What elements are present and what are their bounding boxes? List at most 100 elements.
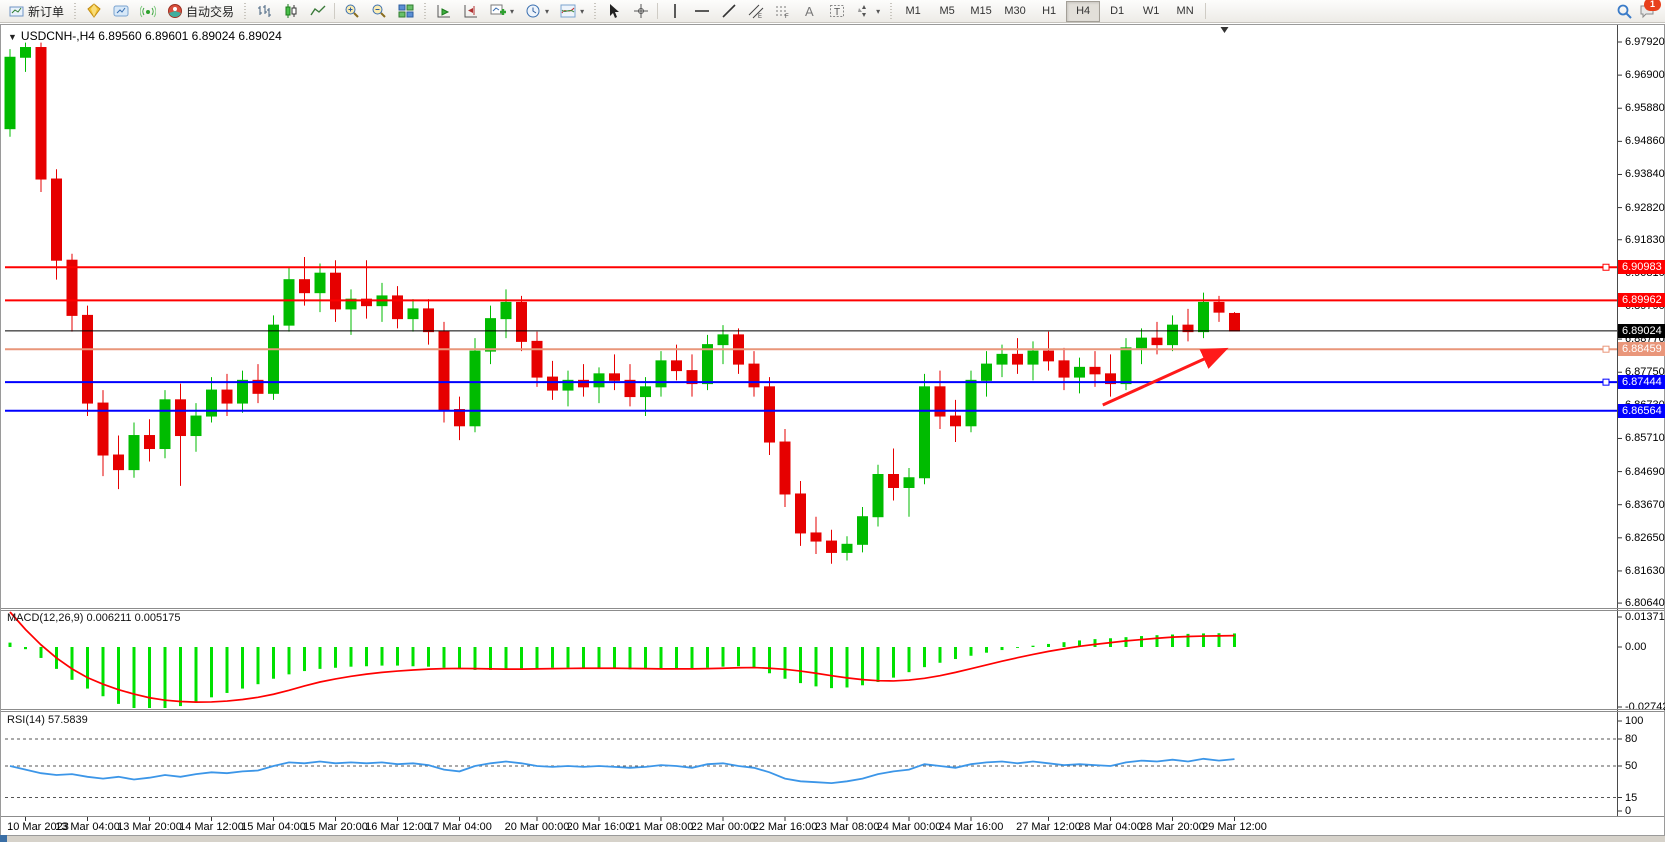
candle-body[interactable] — [889, 475, 899, 488]
autotrading-button[interactable]: 自动交易 — [161, 1, 239, 22]
candle-body[interactable] — [765, 387, 775, 442]
candle-body[interactable] — [951, 416, 961, 426]
candle-body[interactable] — [997, 354, 1007, 364]
candle-body[interactable] — [238, 380, 248, 403]
timeframe-m1-button[interactable]: M1 — [896, 1, 930, 22]
candle-body[interactable] — [811, 533, 821, 541]
candle-body[interactable] — [408, 309, 418, 319]
candle-body[interactable] — [718, 335, 728, 345]
candle-body[interactable] — [331, 273, 341, 309]
search-icon[interactable] — [1616, 3, 1633, 20]
candle-body[interactable] — [703, 345, 713, 384]
line-handle[interactable] — [1603, 346, 1609, 352]
candle-body[interactable] — [1013, 354, 1023, 364]
candle-body[interactable] — [300, 280, 310, 293]
candle-body[interactable] — [858, 517, 868, 545]
candle-body[interactable] — [1152, 338, 1162, 344]
line-handle[interactable] — [1603, 264, 1609, 270]
candle-body[interactable] — [517, 302, 527, 341]
candle-body[interactable] — [67, 260, 77, 315]
line-handle[interactable] — [1603, 379, 1609, 385]
candle-body[interactable] — [486, 319, 496, 351]
candle-body[interactable] — [439, 332, 449, 410]
candle-body[interactable] — [1199, 302, 1209, 331]
symbol-dropdown-icon[interactable]: ▼ — [8, 32, 17, 42]
timeframe-m5-button[interactable]: M5 — [930, 1, 964, 22]
candle-body[interactable] — [1028, 351, 1038, 364]
timeframe-d1-button[interactable]: D1 — [1100, 1, 1134, 22]
gem-button[interactable] — [80, 1, 107, 22]
text-label-button[interactable]: T — [823, 1, 850, 22]
line-chart-button[interactable] — [304, 1, 331, 22]
templates-button[interactable]: ▾ — [554, 1, 589, 22]
candle-body[interactable] — [749, 364, 759, 387]
candle-body[interactable] — [145, 436, 155, 449]
candle-body[interactable] — [548, 377, 558, 390]
candle-body[interactable] — [176, 400, 186, 436]
new-order-button[interactable]: 新订单 — [3, 1, 69, 22]
candle-body[interactable] — [780, 442, 790, 494]
cursor-button[interactable] — [600, 1, 627, 22]
candle-body[interactable] — [455, 410, 465, 426]
candle-body[interactable] — [1230, 313, 1240, 331]
candle-body[interactable] — [982, 364, 992, 380]
candle-body[interactable] — [424, 309, 434, 332]
candle-body[interactable] — [501, 302, 511, 318]
timeframe-m15-button[interactable]: M15 — [964, 1, 998, 22]
candle-body[interactable] — [315, 273, 325, 292]
indicators-button[interactable]: ▾ — [484, 1, 519, 22]
candle-body[interactable] — [470, 351, 480, 426]
crosshair-button[interactable] — [627, 1, 654, 22]
candle-body[interactable] — [1121, 348, 1131, 384]
candle-body[interactable] — [1044, 351, 1054, 361]
candle-body[interactable] — [873, 475, 883, 517]
candle-body[interactable] — [52, 179, 62, 260]
candle-body[interactable] — [641, 387, 651, 397]
candle-body[interactable] — [83, 315, 93, 403]
candle-body[interactable] — [5, 57, 15, 128]
candle-body[interactable] — [594, 374, 604, 387]
panel-separator[interactable] — [1, 709, 1664, 710]
candle-body[interactable] — [1059, 361, 1069, 377]
candle-body[interactable] — [191, 416, 201, 435]
candle-body[interactable] — [1214, 302, 1224, 312]
candle-body[interactable] — [129, 436, 139, 470]
horizontal-line-button[interactable] — [688, 1, 715, 22]
trendline-button[interactable] — [715, 1, 742, 22]
candle-body[interactable] — [827, 541, 837, 552]
candlestick-chart-button[interactable] — [277, 1, 304, 22]
auto-scroll-button[interactable] — [430, 1, 457, 22]
zoom-in-button[interactable] — [338, 1, 365, 22]
candle-body[interactable] — [36, 48, 46, 180]
timeframe-h1-button[interactable]: H1 — [1032, 1, 1066, 22]
candle-body[interactable] — [207, 390, 217, 416]
candle-body[interactable] — [1168, 325, 1178, 344]
candle-body[interactable] — [1090, 367, 1100, 373]
candle-body[interactable] — [284, 280, 294, 325]
panel-separator[interactable] — [1, 608, 1664, 609]
tile-windows-button[interactable] — [392, 1, 419, 22]
candle-body[interactable] — [920, 387, 930, 478]
candle-body[interactable] — [1137, 338, 1147, 348]
text-button[interactable]: A — [796, 1, 823, 22]
notifications-icon[interactable]: 1 — [1639, 3, 1656, 20]
candle-body[interactable] — [672, 361, 682, 371]
vertical-line-button[interactable] — [661, 1, 688, 22]
candle-body[interactable] — [842, 544, 852, 552]
equidistant-channel-button[interactable]: E — [742, 1, 769, 22]
candle-body[interactable] — [160, 400, 170, 449]
fibonacci-button[interactable]: F — [769, 1, 796, 22]
publisher-button[interactable] — [107, 1, 134, 22]
chart-canvas[interactable] — [0, 0, 1665, 842]
candle-body[interactable] — [114, 455, 124, 470]
candle-body[interactable] — [393, 296, 403, 319]
chart-shift-button[interactable] — [457, 1, 484, 22]
timeframe-h4-button[interactable]: H4 — [1066, 1, 1100, 22]
signals-button[interactable] — [134, 1, 161, 22]
candle-body[interactable] — [222, 390, 232, 403]
zoom-out-button[interactable] — [365, 1, 392, 22]
periods-button[interactable]: ▾ — [519, 1, 554, 22]
candle-body[interactable] — [1075, 367, 1085, 377]
candle-body[interactable] — [966, 380, 976, 425]
bar-chart-button[interactable] — [250, 1, 277, 22]
